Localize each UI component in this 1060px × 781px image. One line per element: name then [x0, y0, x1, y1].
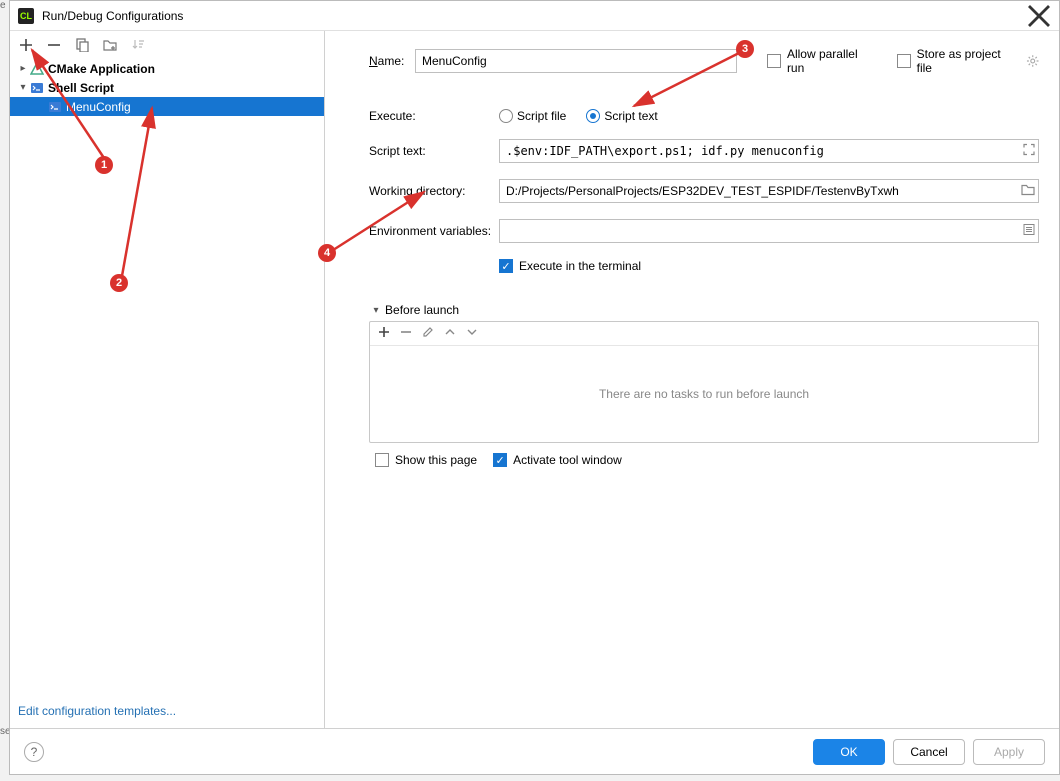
- allow-parallel-label: Allow parallel run: [787, 47, 875, 75]
- tree-item-shell[interactable]: ▾ Shell Script: [10, 78, 324, 97]
- list-icon[interactable]: [1023, 224, 1035, 239]
- left-toolbar: [10, 31, 324, 59]
- execute-terminal-label: Execute in the terminal: [519, 259, 641, 273]
- radio-icon: [586, 109, 600, 123]
- apply-button[interactable]: Apply: [973, 739, 1045, 765]
- tree-label: Shell Script: [48, 81, 114, 95]
- add-config-button[interactable]: [16, 35, 36, 55]
- show-page-checkbox[interactable]: Show this page: [375, 453, 477, 467]
- script-text-input[interactable]: [499, 139, 1039, 163]
- checkbox-icon: ✓: [499, 259, 513, 273]
- left-panel: ▸ CMake Application ▾ Shell Script: [10, 31, 325, 728]
- activate-tool-checkbox[interactable]: ✓ Activate tool window: [493, 453, 622, 467]
- radio-label: Script text: [604, 109, 657, 123]
- checkbox-icon: ✓: [493, 453, 507, 467]
- app-icon: CL: [18, 8, 34, 24]
- tree-label: CMake Application: [48, 62, 155, 76]
- exec-terminal-row: ✓ Execute in the terminal: [369, 259, 1039, 273]
- script-text-row: Script text:: [369, 139, 1039, 163]
- plus-icon: [19, 38, 33, 52]
- folder-icon: [103, 38, 117, 52]
- close-icon: [1027, 4, 1051, 28]
- store-project-file-checkbox[interactable]: Store as project file: [897, 47, 1039, 75]
- ok-button[interactable]: OK: [813, 739, 885, 765]
- execute-label: Execute:: [369, 109, 499, 123]
- dialog-title: Run/Debug Configurations: [42, 9, 1027, 23]
- radio-icon: [499, 109, 513, 123]
- task-add-button[interactable]: [378, 326, 390, 341]
- tree-item-menuconfig[interactable]: MenuConfig: [10, 97, 324, 116]
- close-button[interactable]: [1027, 4, 1051, 28]
- triangle-down-icon: ▾: [369, 305, 383, 316]
- titlebar: CL Run/Debug Configurations: [10, 1, 1059, 31]
- execute-row: Execute: Script file Script text: [369, 109, 1039, 123]
- envvars-label: Environment variables:: [369, 224, 499, 238]
- help-button[interactable]: ?: [24, 742, 44, 762]
- execute-terminal-checkbox[interactable]: ✓ Execute in the terminal: [499, 259, 641, 273]
- tasks-toolbar: [370, 322, 1038, 346]
- before-launch-tasks: There are no tasks to run before launch: [369, 321, 1039, 443]
- before-launch-label: Before launch: [385, 303, 459, 317]
- task-down-button[interactable]: [466, 326, 478, 341]
- config-tree[interactable]: ▸ CMake Application ▾ Shell Script: [10, 59, 324, 700]
- cancel-button[interactable]: Cancel: [893, 739, 965, 765]
- tasks-empty-text: There are no tasks to run before launch: [370, 346, 1038, 442]
- name-label: Name:: [369, 54, 401, 68]
- task-remove-button[interactable]: [400, 326, 412, 341]
- execute-script-text-radio[interactable]: Script text: [586, 109, 657, 123]
- tree-label: MenuConfig: [66, 100, 131, 114]
- workdir-input[interactable]: [499, 179, 1039, 203]
- workdir-label: Working directory:: [369, 184, 499, 198]
- name-row: Name: Allow parallel run Store as projec…: [369, 47, 1039, 75]
- expand-icon[interactable]: [1023, 144, 1035, 159]
- edit-templates-link[interactable]: Edit configuration templates...: [18, 704, 176, 718]
- minus-icon: [47, 38, 61, 52]
- envvars-row: Environment variables:: [369, 219, 1039, 243]
- before-launch-header[interactable]: ▾ Before launch: [369, 297, 1039, 321]
- remove-config-button[interactable]: [44, 35, 64, 55]
- store-project-file-label: Store as project file: [917, 47, 1016, 75]
- edit-templates-row: Edit configuration templates...: [10, 700, 324, 722]
- shell-icon: [30, 81, 44, 95]
- button-bar: ? OK Cancel Apply: [10, 728, 1059, 774]
- tree-item-cmake[interactable]: ▸ CMake Application: [10, 59, 324, 78]
- browse-folder-icon[interactable]: [1021, 184, 1035, 199]
- save-config-button[interactable]: [100, 35, 120, 55]
- checkbox-icon: [767, 54, 781, 68]
- right-panel: Name: Allow parallel run Store as projec…: [325, 31, 1059, 728]
- envvars-input[interactable]: [499, 219, 1039, 243]
- script-text-label: Script text:: [369, 144, 499, 158]
- checkbox-icon: [375, 453, 389, 467]
- copy-icon: [75, 38, 89, 52]
- main-area: ▸ CMake Application ▾ Shell Script: [10, 31, 1059, 728]
- shell-icon: [48, 100, 62, 114]
- gear-icon[interactable]: [1026, 54, 1039, 68]
- sort-icon: [131, 38, 145, 52]
- bottom-options: Show this page ✓ Activate tool window: [369, 453, 1039, 467]
- radio-label: Script file: [517, 109, 566, 123]
- run-debug-dialog: CL Run/Debug Configurations: [9, 0, 1060, 775]
- cmake-icon: [30, 62, 44, 76]
- checkbox-icon: [897, 54, 911, 68]
- workdir-row: Working directory:: [369, 179, 1039, 203]
- activate-tool-label: Activate tool window: [513, 453, 622, 467]
- allow-parallel-checkbox[interactable]: Allow parallel run: [767, 47, 875, 75]
- show-page-label: Show this page: [395, 453, 477, 467]
- execute-script-file-radio[interactable]: Script file: [499, 109, 566, 123]
- name-input[interactable]: [415, 49, 737, 73]
- chevron-down-icon: ▾: [16, 82, 30, 93]
- task-up-button[interactable]: [444, 326, 456, 341]
- task-edit-button[interactable]: [422, 326, 434, 341]
- background-fragment: ese: [0, 0, 9, 781]
- sort-config-button[interactable]: [128, 35, 148, 55]
- chevron-right-icon: ▸: [16, 63, 30, 74]
- copy-config-button[interactable]: [72, 35, 92, 55]
